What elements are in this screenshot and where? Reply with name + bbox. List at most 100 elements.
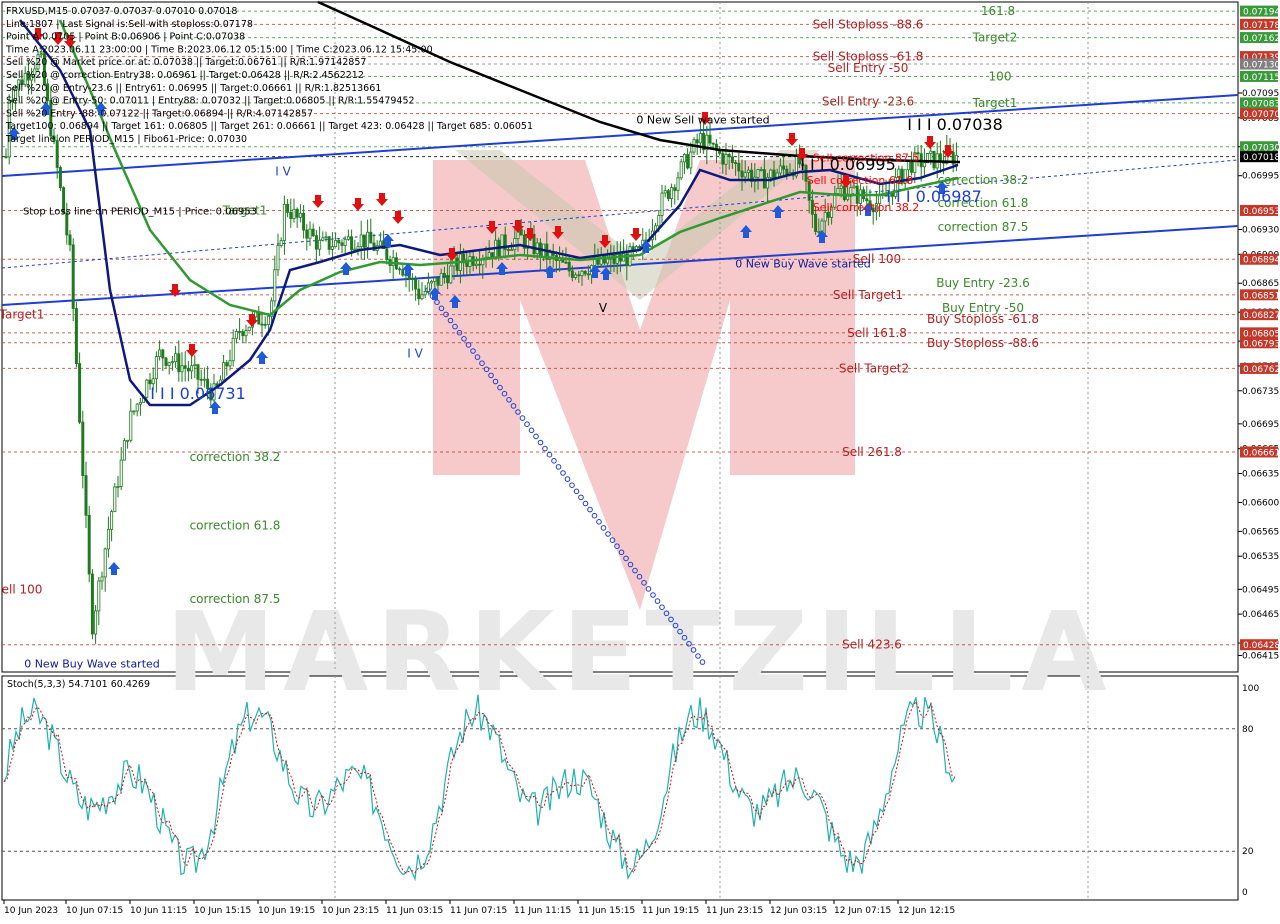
candle-body-107	[346, 236, 350, 240]
header-line-9: Target100: 0.06894 || Target 161: 0.0680…	[5, 121, 533, 132]
candle-body-34	[113, 486, 117, 513]
candle-body-210	[676, 177, 680, 191]
candle-body-134	[433, 277, 437, 282]
watermark-text: MARKETZILLA	[166, 588, 1115, 716]
level-label-25: Target1	[0, 308, 44, 322]
candle-body-93	[302, 212, 306, 231]
candle-body-216	[695, 139, 699, 144]
candle-body-31	[103, 548, 107, 578]
annotation-7: I I I 0.07038	[907, 115, 1003, 134]
candle-body-55	[180, 365, 184, 373]
candle-body-38	[126, 439, 130, 442]
candle-body-57	[186, 367, 190, 372]
level-label-11: Buy Entry -23.6	[936, 276, 1030, 290]
candle-body-123	[398, 268, 402, 271]
candle-body-42	[138, 401, 142, 405]
candle-body-33	[110, 511, 114, 530]
candle-body-58	[190, 365, 194, 372]
y-tick-label-18: 0.06465	[1242, 610, 1279, 620]
candle-body-228	[734, 162, 738, 165]
candle-body-109	[353, 248, 357, 251]
level-label-14: Buy Stoploss -88.6	[927, 336, 1039, 350]
candle-body-144	[465, 262, 469, 267]
candle-body-106	[343, 238, 347, 246]
candle-body-86	[279, 240, 283, 247]
candle-body-260	[836, 188, 840, 194]
candle-body-59	[193, 364, 197, 367]
candle-body-235	[756, 169, 760, 178]
level-label-3: Sell Entry -23.6	[822, 94, 914, 108]
x-tick-label-11: 11 Jun 23:15	[706, 906, 763, 916]
candle-body-44	[145, 379, 149, 398]
candle-body-182	[586, 273, 590, 276]
annotation-3: Stop Loss line on PERIOD_M15 | Price: 0.…	[23, 206, 257, 217]
candle-body-37	[122, 440, 126, 461]
candle-body-94	[305, 229, 309, 239]
header-line-1: Line:1807 | Last Signal is:Sell with sto…	[6, 19, 253, 30]
x-tick-label-6: 11 Jun 03:15	[386, 906, 443, 916]
candle-body-104	[337, 240, 341, 244]
candle-body-81	[263, 323, 267, 326]
price-tag-9: 0.07018	[1243, 153, 1280, 163]
candle-body-52	[170, 361, 174, 364]
price-axis-bg	[1240, 0, 1280, 920]
x-tick-label-2: 10 Jun 11:15	[130, 906, 187, 916]
candle-body-131	[423, 291, 427, 296]
candle-body-262	[842, 185, 846, 201]
price-tag-12: 0.06851	[1243, 291, 1280, 301]
candle-body-179	[577, 274, 581, 277]
candle-body-84	[273, 269, 277, 302]
candle-body-87	[282, 203, 286, 241]
candle-body-95	[308, 228, 312, 239]
candle-body-89	[289, 211, 293, 219]
candle-body-209	[673, 187, 677, 191]
level-label-17: Sell 161.8	[847, 326, 907, 340]
candle-body-211	[679, 161, 683, 179]
x-tick-label-8: 11 Jun 11:15	[514, 906, 571, 916]
candle-body-0	[4, 156, 8, 159]
annotation-9: I I I 0.06987	[886, 187, 982, 206]
candle-body-92	[298, 212, 302, 218]
candle-body-97	[314, 235, 318, 250]
header-line-2: Point A:0.0705 | Point B:0.06906 | Point…	[6, 32, 245, 43]
price-tag-10: 0.06953	[1243, 207, 1280, 217]
header-line-3: Time A:2023.06.11 23:00:00 | Time B:2023…	[5, 44, 433, 55]
header-line-5: Sell %20 @ correction Entry38: 0.06961 |…	[6, 70, 364, 81]
level-label-4: 161.8	[981, 4, 1015, 18]
y-tick-label-4: 0.06930	[1242, 225, 1279, 235]
candle-body-113	[366, 231, 370, 248]
candle-body-130	[420, 294, 424, 300]
candle-body-108	[350, 236, 354, 251]
candle-body-151	[487, 252, 491, 258]
candle-body-263	[846, 195, 850, 201]
x-tick-label-5: 10 Jun 23:15	[322, 906, 379, 916]
candle-body-213	[686, 154, 690, 169]
candle-body-132	[426, 282, 430, 292]
candle-body-205	[660, 192, 664, 216]
candle-body-177	[570, 270, 574, 278]
candle-body-40	[132, 410, 136, 413]
candle-body-112	[362, 234, 366, 248]
candle-body-240	[772, 169, 776, 179]
candle-body-30	[100, 576, 104, 582]
candle-body-133	[430, 280, 434, 284]
candle-body-212	[682, 154, 686, 163]
candle-body-35	[116, 486, 120, 488]
candle-body-41	[135, 403, 139, 412]
candle-body-121	[391, 257, 395, 266]
candle-body-253	[814, 213, 818, 232]
candle-body-165	[532, 234, 536, 255]
candle-body-230	[740, 170, 744, 178]
candle-body-102	[330, 246, 334, 250]
candle-body-157	[506, 249, 510, 251]
candle-body-204	[657, 215, 661, 227]
x-tick-label-7: 11 Jun 07:15	[450, 906, 507, 916]
candle-body-141	[455, 257, 459, 271]
chart-svg: MARKETZILLA Sell Stoploss -88.6Sell Stop…	[0, 0, 1280, 920]
price-tag-5: 0.07115	[1243, 73, 1280, 83]
candle-body-50	[164, 357, 168, 366]
candle-body-85	[276, 245, 280, 271]
price-tag-0: 0.07194	[1243, 8, 1280, 18]
candle-body-68	[222, 362, 226, 381]
candle-body-159	[513, 238, 517, 251]
